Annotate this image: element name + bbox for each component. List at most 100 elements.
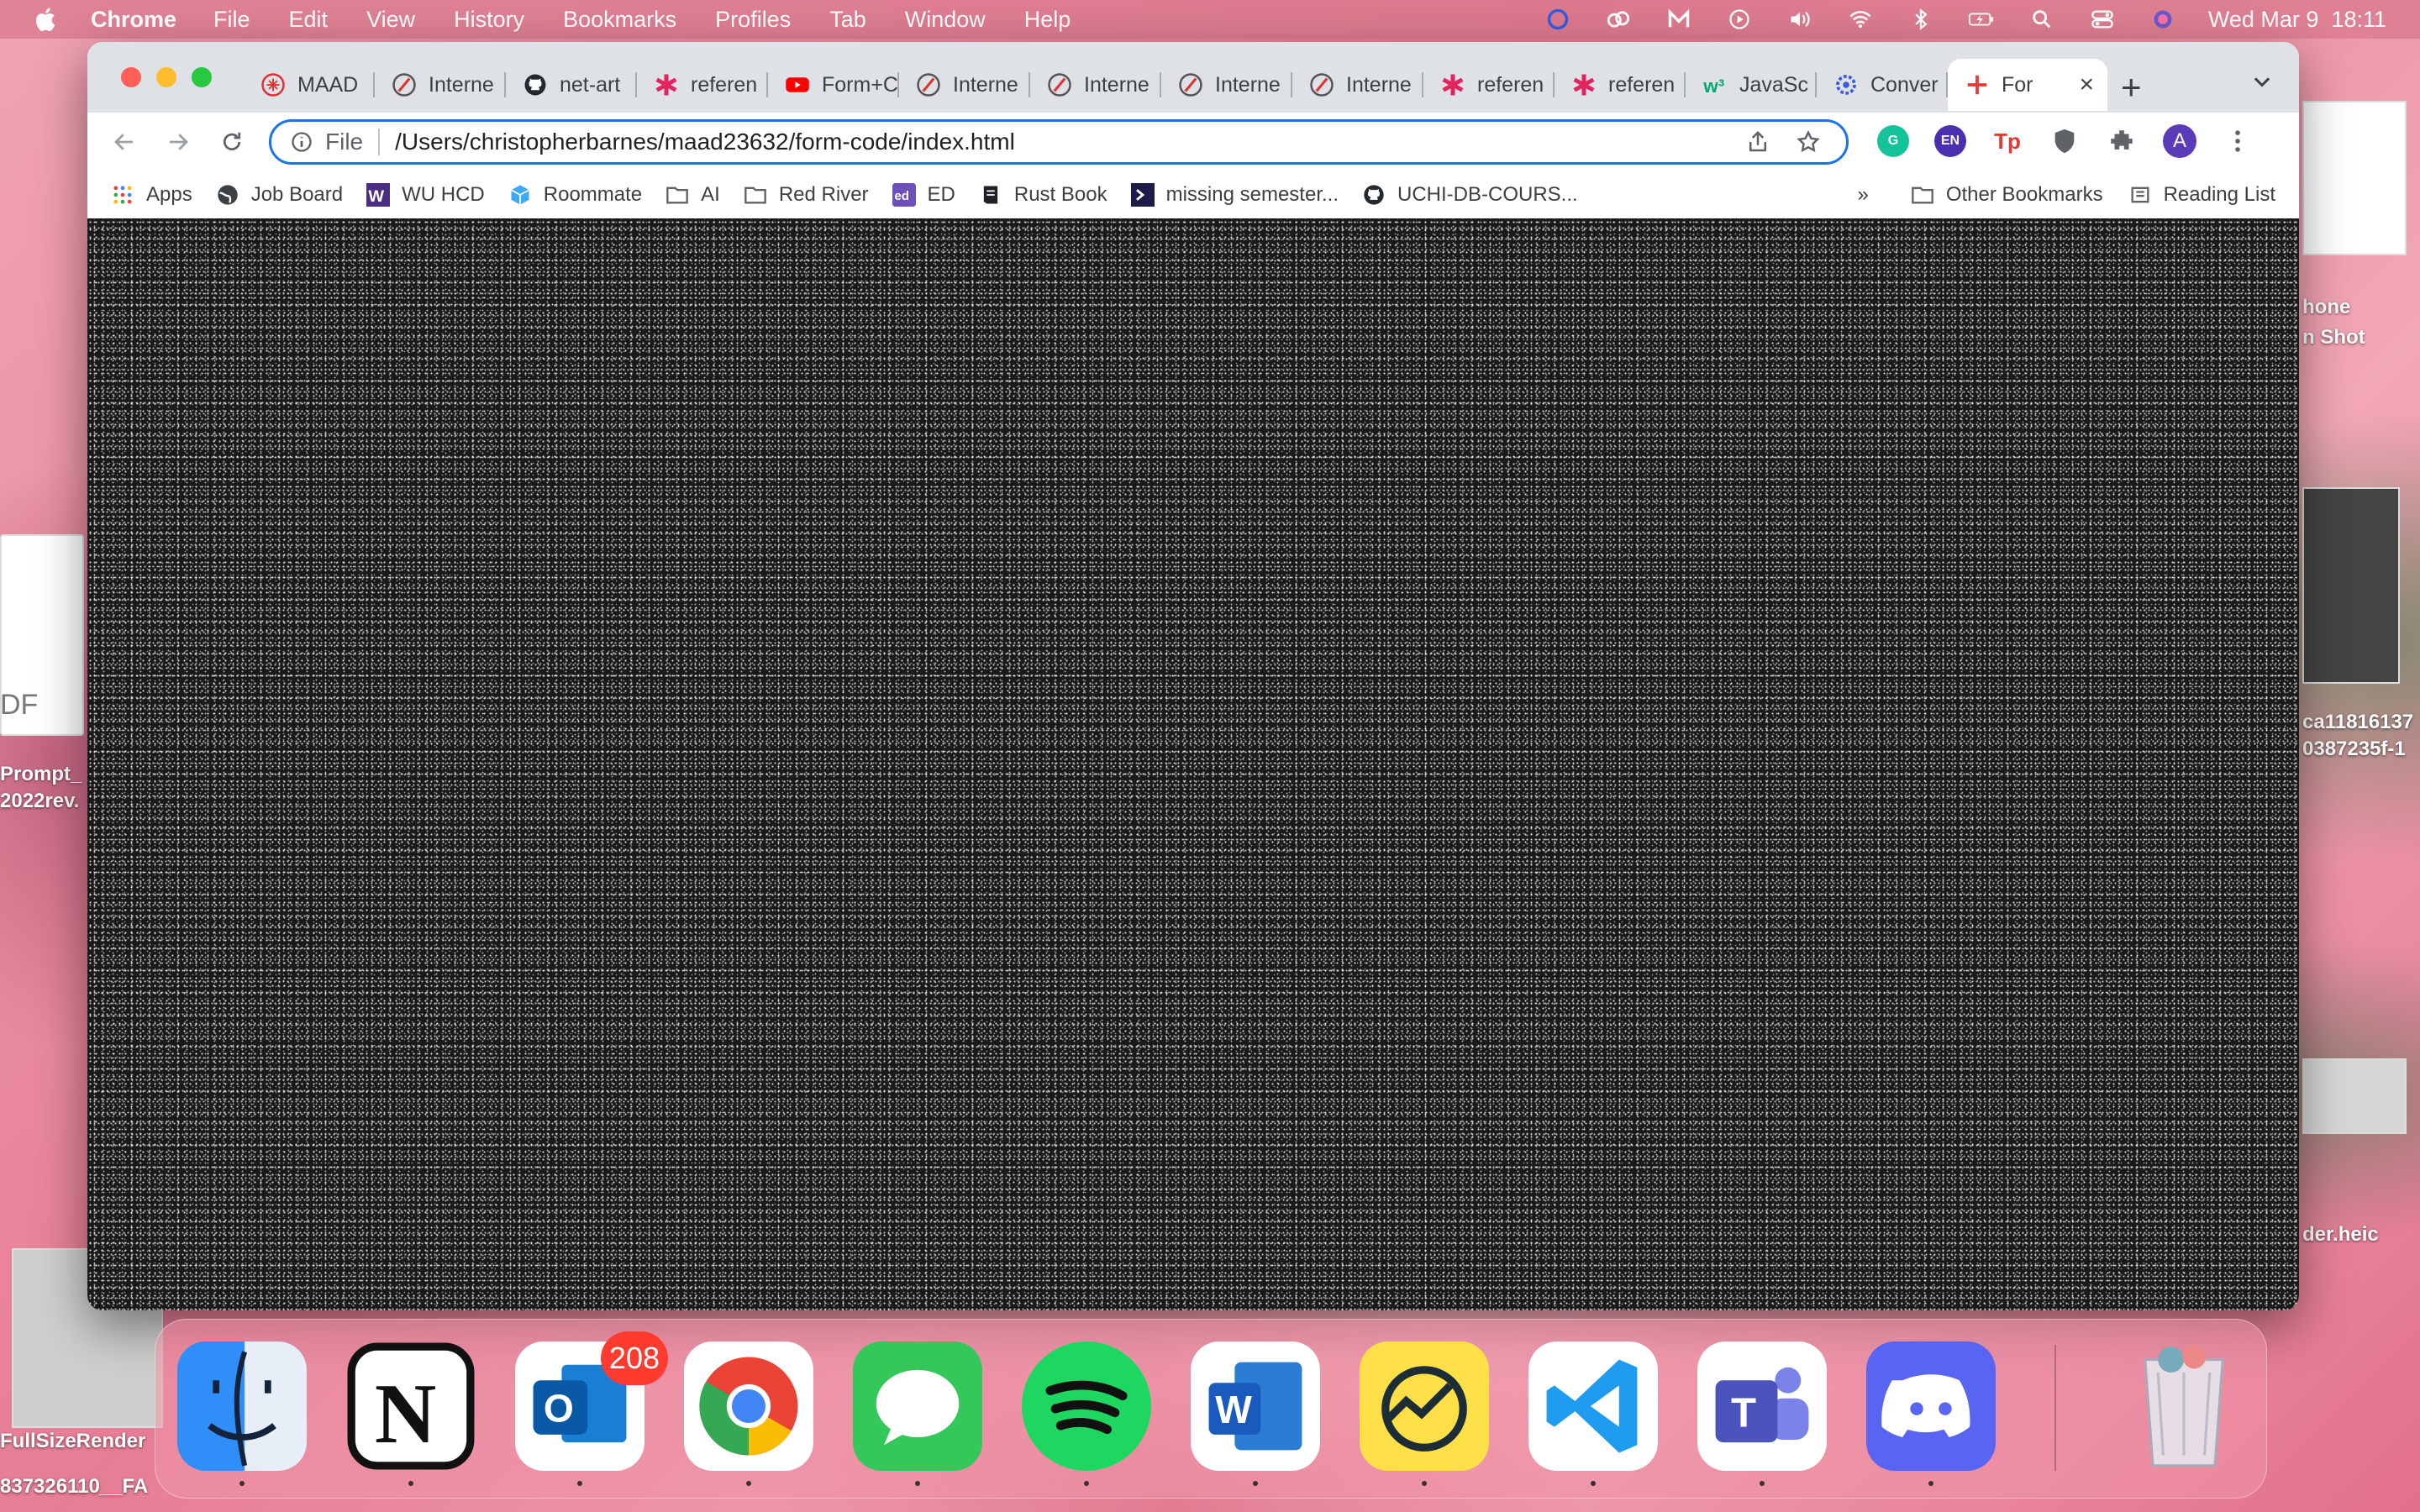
dock-app-vs-code[interactable] (1528, 1341, 1658, 1473)
shield-extension-icon[interactable] (2049, 125, 2081, 157)
bookmarks-overflow-chevron[interactable]: » (1857, 183, 1868, 207)
url-text[interactable]: /Users/christopherbarnes/maad23632/form-… (395, 129, 1745, 155)
browser-tab[interactable]: net-art (506, 59, 637, 111)
browser-tab[interactable]: Interne (1161, 59, 1292, 111)
bookmark-item[interactable]: Roommate (508, 183, 642, 207)
menu-app-name[interactable]: Chrome (91, 7, 176, 33)
menu-tab[interactable]: Tab (829, 7, 866, 33)
bookmark-item[interactable]: Apps (111, 183, 192, 207)
desktop-photo-file[interactable] (2302, 487, 2400, 684)
language-en-icon[interactable]: EN (1934, 125, 1966, 157)
internet-icon (392, 72, 417, 97)
creative-cloud-icon[interactable] (1603, 7, 1634, 32)
browser-tab[interactable]: MAAD (244, 59, 375, 111)
bookmark-item[interactable]: missing semester... (1130, 183, 1339, 207)
battery-charging-icon[interactable] (1966, 7, 1996, 32)
menu-kebab-icon[interactable] (2222, 125, 2254, 157)
dock-app-discord[interactable] (1866, 1341, 1996, 1473)
back-button[interactable] (108, 125, 141, 159)
bookmark-item[interactable]: W WU HCD (366, 183, 485, 207)
browser-tab[interactable]: w³ JavaSc (1686, 59, 1817, 111)
bookmark-item[interactable]: Rust Book (979, 183, 1107, 207)
bookmark-item[interactable]: ed ED (892, 183, 955, 207)
bookmark-item[interactable]: Red River (744, 183, 869, 207)
close-tab-icon[interactable]: × (2079, 71, 2094, 99)
play-circle-icon[interactable] (1724, 7, 1754, 32)
cube-icon (508, 183, 532, 207)
menu-file[interactable]: File (213, 7, 250, 33)
dock-running-indicator (577, 1481, 582, 1486)
close-window-button[interactable] (121, 67, 141, 87)
active-browser-tab[interactable]: For × (1948, 59, 2107, 111)
browser-tab[interactable]: Form+C (768, 59, 899, 111)
tab-search-chevron-icon[interactable] (2250, 71, 2274, 94)
grammarly-icon[interactable]: G (1877, 125, 1909, 157)
desktop-heic-file[interactable] (2302, 1058, 2407, 1134)
other-bookmarks-button[interactable]: Other Bookmarks (1911, 183, 2103, 207)
browser-tab[interactable]: Interne (375, 59, 506, 111)
siri-icon[interactable] (2148, 7, 2178, 32)
dock-app-finder[interactable] (177, 1341, 307, 1473)
bluetooth-icon[interactable] (1906, 7, 1936, 32)
menu-profiles[interactable]: Profiles (715, 7, 791, 33)
minimize-window-button[interactable] (156, 67, 176, 87)
dock-app-teams[interactable]: T (1697, 1341, 1827, 1473)
terminal-icon (1130, 183, 1155, 207)
messages-icon (853, 1341, 982, 1475)
dock-app-spotify[interactable] (1022, 1341, 1151, 1473)
dock-app-word[interactable]: W (1191, 1341, 1320, 1473)
dock-app-outlook[interactable]: O 208 (515, 1331, 668, 1473)
bookmark-item[interactable]: Job Board (216, 183, 343, 207)
extensions-puzzle-icon[interactable] (2106, 125, 2138, 157)
chrome-icon (684, 1341, 813, 1475)
profile-avatar[interactable]: A (2163, 124, 2196, 158)
menu-help[interactable]: Help (1024, 7, 1071, 33)
chrome-window: MAAD Interne net-art referen Form+C Interne In… (87, 42, 2299, 1310)
site-info-icon[interactable] (290, 130, 313, 154)
reload-button[interactable] (215, 125, 249, 159)
bookmark-item[interactable]: UCHI-DB-COURS... (1362, 183, 1578, 207)
spotlight-search-icon[interactable] (2027, 7, 2057, 32)
reading-list-button[interactable]: Reading List (2128, 183, 2275, 207)
tab-label: JavaSc (1739, 72, 1808, 97)
dock-app-notion[interactable]: N (346, 1342, 476, 1473)
browser-tab[interactable]: referen (1555, 59, 1686, 111)
browser-tab[interactable]: Conver (1817, 59, 1948, 111)
ed-icon: ed (892, 183, 916, 207)
menu-view[interactable]: View (366, 7, 415, 33)
menu-window[interactable]: Window (905, 7, 986, 33)
menu-bookmarks[interactable]: Bookmarks (563, 7, 676, 33)
browser-tab[interactable]: Interne (899, 59, 1030, 111)
page-content-noise-canvas[interactable] (87, 218, 2299, 1310)
new-tab-button[interactable]: + (2121, 67, 2142, 108)
bookmark-star-icon[interactable] (1796, 129, 1821, 155)
desktop-label-ca11816137: ca11816137 (2302, 711, 2414, 733)
browser-tab[interactable]: referen (637, 59, 768, 111)
browser-tab[interactable]: Interne (1030, 59, 1161, 111)
zoom-window-button[interactable] (192, 67, 212, 87)
menu-bar: Chrome File Edit View History Bookmarks … (0, 0, 2420, 39)
wifi-icon[interactable] (1845, 7, 1876, 32)
apple-icon[interactable] (32, 6, 57, 33)
mailbutler-icon[interactable] (1664, 7, 1694, 32)
menu-clock[interactable]: Wed Mar 9 18:11 (2208, 7, 2386, 33)
address-bar[interactable]: File /Users/christopherbarnes/maad23632/… (269, 119, 1849, 165)
browser-tab[interactable]: Interne (1292, 59, 1423, 111)
browser-tab[interactable]: referen (1423, 59, 1555, 111)
dock-app-messages[interactable] (853, 1341, 982, 1475)
internet-icon (916, 72, 941, 97)
basecamp-icon (1360, 1341, 1489, 1475)
share-icon[interactable] (1745, 129, 1770, 155)
volume-icon[interactable] (1785, 7, 1815, 32)
bookmark-item[interactable]: AI (666, 183, 720, 207)
dock-app-basecamp[interactable] (1360, 1341, 1489, 1475)
dock-app-trash[interactable] (2119, 1343, 2249, 1473)
control-center-icon[interactable] (2087, 7, 2118, 32)
menu-history[interactable]: History (454, 7, 524, 33)
menu-edit[interactable]: Edit (289, 7, 329, 33)
circle-status-icon[interactable] (1543, 7, 1573, 32)
desktop-screenshot-file[interactable] (2302, 101, 2407, 255)
tp-extension-icon[interactable]: Tp (1991, 125, 2023, 157)
forward-button[interactable] (161, 125, 195, 159)
dock-app-chrome[interactable] (684, 1341, 813, 1475)
